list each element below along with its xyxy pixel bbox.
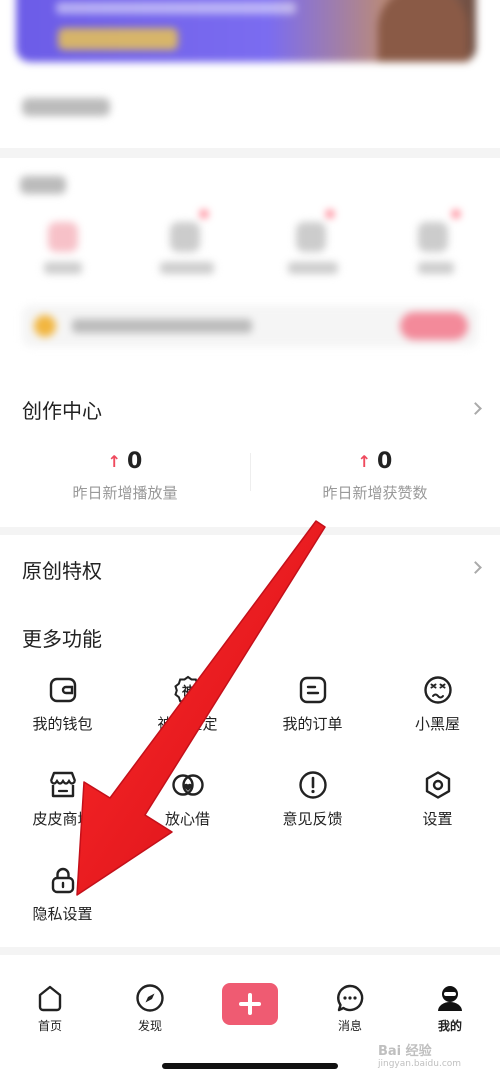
nav-item-profile[interactable]: 我的	[400, 983, 500, 1034]
grid-item-feedback[interactable]: 意见反馈	[250, 770, 375, 829]
blurred-icon[interactable]	[296, 222, 326, 252]
stat-value: 0	[127, 449, 143, 474]
original-privilege-title[interactable]: 原创特权	[22, 555, 102, 584]
grid-item-orders[interactable]: 我的订单	[250, 675, 375, 734]
grid-item-wallet[interactable]: 我的钱包	[0, 675, 125, 734]
more-functions-title: 更多功能	[22, 627, 102, 651]
shen-badge-icon: 神	[173, 675, 202, 705]
up-arrow-icon: ↑	[357, 452, 372, 471]
create-post-button[interactable]	[222, 983, 278, 1025]
profile-icon	[438, 986, 462, 1011]
message-icon	[337, 984, 364, 1012]
blurred-icon[interactable]	[48, 222, 78, 252]
home-icon	[38, 985, 62, 1012]
grid-item-privacy-settings[interactable]: 隐私设置	[0, 865, 125, 924]
stat-value: 0	[377, 449, 393, 474]
settings-icon	[425, 771, 450, 799]
promo-banner[interactable]	[16, 0, 476, 62]
badge-char: 神	[181, 683, 193, 698]
stat-label: 昨日新增播放量	[72, 484, 178, 502]
wallet-icon	[49, 677, 76, 703]
nav-item-label: 消息	[337, 1019, 362, 1033]
nav-item-messages[interactable]: 消息	[300, 983, 400, 1034]
dizzy-face-icon	[423, 676, 452, 704]
stat-label: 昨日新增获赞数	[322, 484, 428, 502]
nav-item-label: 我的	[437, 1019, 462, 1033]
watermark-sub: jingyan.baidu.com	[378, 1059, 462, 1069]
compass-icon	[136, 984, 164, 1012]
blurred-row-text	[22, 98, 110, 116]
stat-likes[interactable]: ↑ 0 昨日新增获赞数	[250, 449, 500, 503]
functions-card: 原创特权 更多功能 我的钱包 神 神评鉴定 我的订单 小黑屋 皮皮商城 放心借 …	[0, 535, 500, 947]
blurred-icon[interactable]	[170, 222, 200, 252]
grid-item-shen-review[interactable]: 神 神评鉴定	[125, 675, 250, 734]
blurred-icon[interactable]	[418, 222, 448, 252]
nav-item-discover[interactable]: 发现	[100, 983, 200, 1034]
order-icon	[299, 676, 326, 704]
up-arrow-icon: ↑	[107, 452, 122, 471]
creation-center-title[interactable]: 创作中心	[22, 395, 102, 424]
grid-item-label: 我的订单	[282, 715, 343, 733]
grid-item-label: 我的钱包	[32, 715, 93, 733]
grid-item-label: 隐私设置	[32, 905, 93, 923]
grid-item-blackroom[interactable]: 小黑屋	[375, 675, 500, 734]
blurred-section-title	[20, 176, 66, 194]
grid-item-loan[interactable]: 放心借	[125, 770, 250, 829]
feedback-icon	[298, 771, 327, 799]
watermark-text: Bai 经验	[378, 1044, 432, 1059]
blurred-top-area	[0, 0, 500, 375]
grid-item-label: 设置	[422, 810, 453, 828]
grid-item-label: 小黑屋	[414, 715, 460, 733]
chevron-right-icon[interactable]	[469, 402, 482, 415]
grid-item-label: 放心借	[164, 810, 210, 828]
nav-item-home[interactable]: 首页	[0, 983, 100, 1034]
creation-center-card: 创作中心 ↑ 0 昨日新增播放量 ↑ 0 昨日新增获赞数	[0, 375, 500, 527]
grid-item-shop[interactable]: 皮皮商城	[0, 770, 125, 829]
grid-item-settings[interactable]: 设置	[375, 770, 500, 829]
heart-loan-icon	[171, 774, 204, 796]
watermark: Bai 经验 jingyan.baidu.com	[378, 1040, 461, 1069]
nav-item-label: 发现	[137, 1019, 162, 1033]
lock-icon	[51, 867, 74, 894]
shop-icon	[49, 771, 76, 798]
grid-item-label: 神评鉴定	[157, 715, 218, 733]
home-indicator[interactable]	[162, 1063, 338, 1069]
nav-item-label: 首页	[37, 1019, 62, 1033]
stat-plays[interactable]: ↑ 0 昨日新增播放量	[0, 449, 250, 503]
chevron-right-icon[interactable]	[469, 561, 482, 574]
grid-item-label: 意见反馈	[282, 810, 343, 828]
grid-item-label: 皮皮商城	[32, 810, 93, 828]
blurred-promo-bar[interactable]	[22, 305, 478, 347]
